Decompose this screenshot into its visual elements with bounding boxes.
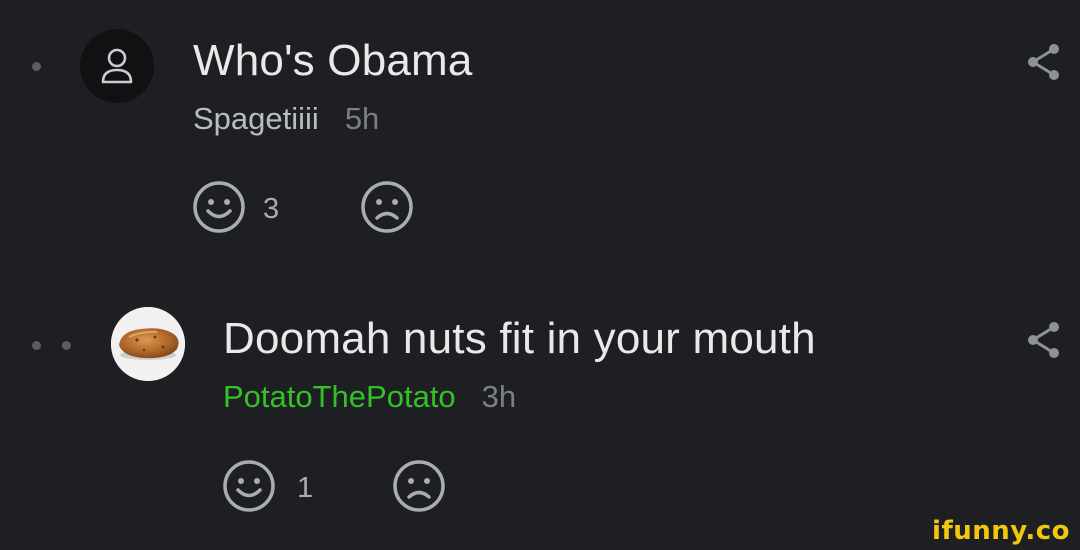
- ifunny-watermark: ifunny.co: [932, 516, 1070, 546]
- frown-icon[interactable]: [392, 459, 446, 513]
- comment-2-avatar[interactable]: [111, 307, 185, 381]
- smile-icon[interactable]: [192, 180, 246, 234]
- comment-1-time: 5h: [344, 101, 380, 136]
- thread-depth-dot: [32, 62, 41, 71]
- share-icon[interactable]: [1024, 42, 1062, 82]
- comment-1-text: Who's Obama: [193, 36, 473, 85]
- user-icon: [101, 48, 133, 84]
- comment-2-username[interactable]: PotatoThePotato: [223, 379, 456, 414]
- comment-1-meta: Spagetiiii 5h: [193, 101, 379, 137]
- comment-1-username[interactable]: Spagetiiii: [193, 101, 319, 136]
- comment-2-meta: PotatoThePotato 3h: [223, 379, 516, 415]
- comment-2-text: Doomah nuts fit in your mouth: [223, 314, 816, 363]
- comment-2-smile-count: 1: [297, 472, 314, 504]
- thread-depth-dot: [62, 341, 71, 350]
- frown-icon[interactable]: [360, 180, 414, 234]
- comment-1-smile-count: 3: [263, 193, 280, 225]
- comment-1-avatar[interactable]: [80, 29, 154, 103]
- thread-depth-dot: [32, 341, 41, 350]
- potato-avatar-image: [111, 307, 185, 381]
- comment-2-time: 3h: [481, 379, 517, 414]
- share-icon[interactable]: [1024, 320, 1062, 360]
- smile-icon[interactable]: [222, 459, 276, 513]
